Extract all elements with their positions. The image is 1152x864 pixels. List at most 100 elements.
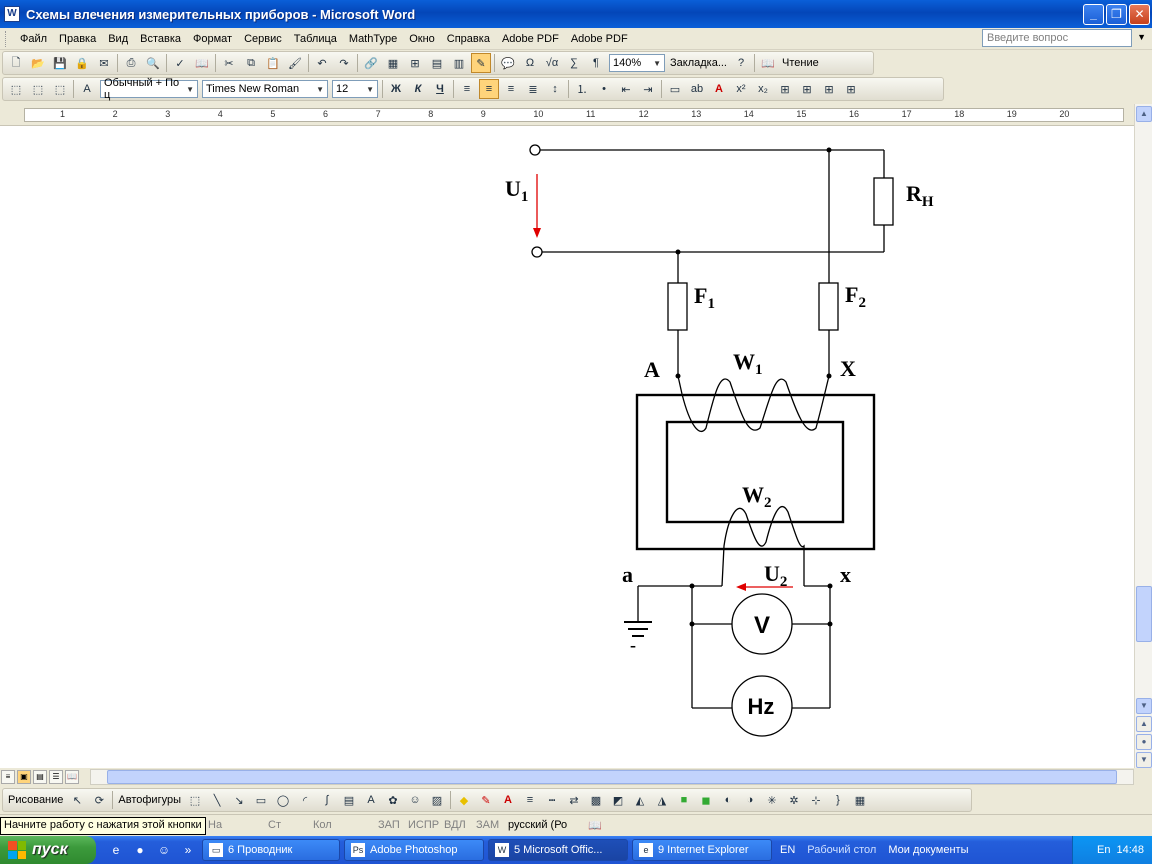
undo-icon[interactable]: ↶: [312, 53, 332, 73]
borders-icon[interactable]: ▭: [665, 79, 685, 99]
equation-icon[interactable]: √α: [542, 53, 562, 73]
pdf-convert-icon[interactable]: ⬚: [6, 79, 26, 99]
styles-icon[interactable]: A: [77, 79, 97, 99]
clipart-icon[interactable]: ☺: [405, 790, 425, 810]
decrease-indent-icon[interactable]: ⇤: [616, 79, 636, 99]
status-language[interactable]: русский (Ро: [508, 819, 567, 831]
arrow-icon[interactable]: ↘: [229, 790, 249, 810]
zoom-select[interactable]: 140% ▼: [609, 54, 665, 72]
menu-mathtype[interactable]: MathType: [343, 33, 403, 45]
start-button[interactable]: пуск: [0, 836, 96, 864]
fill-color-icon[interactable]: ◆: [454, 790, 474, 810]
shape-h-icon[interactable]: ✲: [784, 790, 804, 810]
prev-page-icon[interactable]: ▲: [1136, 716, 1152, 732]
select-objects-icon[interactable]: ↖: [67, 790, 87, 810]
picture-icon[interactable]: ▨: [427, 790, 447, 810]
tables-borders-icon[interactable]: ▦: [383, 53, 403, 73]
menu-edit[interactable]: Правка: [53, 33, 102, 45]
open-folder-icon[interactable]: 📂: [28, 53, 48, 73]
font-size-select[interactable]: 12 ▼: [332, 80, 378, 98]
horizontal-ruler[interactable]: 1 2 3 4 5 6 7 8 9 10 11 12 13 14 15 16 17 18 19 20: [0, 104, 1152, 126]
restore-button[interactable]: ❐: [1106, 3, 1127, 25]
media-quicklaunch-icon[interactable]: ●: [130, 840, 150, 860]
quicklaunch-more-icon[interactable]: »: [178, 840, 198, 860]
help-dropdown-icon[interactable]: ▼: [1137, 32, 1146, 42]
status-ovr[interactable]: ЗАМ: [476, 819, 499, 831]
arrow-style-icon[interactable]: ⇄: [564, 790, 584, 810]
line-color-icon[interactable]: ✎: [476, 790, 496, 810]
textbox-icon[interactable]: ▤: [339, 790, 359, 810]
print-icon[interactable]: ⎙: [121, 53, 141, 73]
dash-style-icon[interactable]: ┅: [542, 790, 562, 810]
highlight-icon[interactable]: ab: [687, 79, 707, 99]
copy-icon[interactable]: ⧉: [241, 53, 261, 73]
bold-button[interactable]: Ж: [386, 79, 406, 99]
horizontal-scrollbar[interactable]: [90, 769, 1134, 785]
rectangle-icon[interactable]: ▭: [251, 790, 271, 810]
shape-d-icon[interactable]: ◼: [696, 790, 716, 810]
menu-file[interactable]: Файл: [14, 33, 53, 45]
my-documents-toolbar[interactable]: Мои документы: [888, 844, 968, 856]
messenger-quicklaunch-icon[interactable]: ☺: [154, 840, 174, 860]
subscript-icon[interactable]: x₂: [753, 79, 773, 99]
pdf-review-icon[interactable]: ⬚: [50, 79, 70, 99]
status-rec[interactable]: ЗАП: [378, 819, 400, 831]
reading-button[interactable]: Чтение: [779, 57, 822, 69]
tray-language[interactable]: En: [1097, 844, 1110, 856]
scroll-up-icon[interactable]: ▲: [1136, 106, 1152, 122]
menu-insert[interactable]: Вставка: [134, 33, 187, 45]
language-indicator[interactable]: EN: [780, 844, 795, 856]
insert-excel-icon[interactable]: ▤: [427, 53, 447, 73]
outline-view-icon[interactable]: ☰: [49, 770, 63, 784]
shape-c-icon[interactable]: ■: [674, 790, 694, 810]
document-page[interactable]: U1 RH F1 F2 A X W1 W2 a x U2 - V Hz: [0, 126, 1134, 768]
shape-f-icon[interactable]: ◑: [740, 790, 760, 810]
save-icon[interactable]: 💾: [50, 53, 70, 73]
menu-format[interactable]: Формат: [187, 33, 238, 45]
menu-table[interactable]: Таблица: [288, 33, 343, 45]
close-button[interactable]: ✕: [1129, 3, 1150, 25]
shape-b-icon[interactable]: ◮: [652, 790, 672, 810]
cut-icon[interactable]: ✂: [219, 53, 239, 73]
symbol-omega-icon[interactable]: Ω: [520, 53, 540, 73]
align-right-icon[interactable]: ≡: [501, 79, 521, 99]
permission-icon[interactable]: 🔒: [72, 53, 92, 73]
research-icon[interactable]: 📖: [192, 53, 212, 73]
ie-quicklaunch-icon[interactable]: e: [106, 840, 126, 860]
draw-menu-button[interactable]: Рисование: [5, 794, 66, 806]
status-ext[interactable]: ВДЛ: [444, 819, 466, 831]
style-select[interactable]: Обычный + По ц ▼: [100, 77, 198, 101]
menu-help[interactable]: Справка: [441, 33, 496, 45]
insert-table-icon[interactable]: ⊞: [405, 53, 425, 73]
arc-icon[interactable]: ◜: [295, 790, 315, 810]
3d-icon[interactable]: ◩: [608, 790, 628, 810]
paste-icon[interactable]: 📋: [263, 53, 283, 73]
canvas-icon[interactable]: ⬚: [185, 790, 205, 810]
italic-button[interactable]: К: [408, 79, 428, 99]
menu-adobe-pdf-2[interactable]: Adobe PDF: [565, 33, 634, 45]
shape-i-icon[interactable]: ⊹: [806, 790, 826, 810]
menu-adobe-pdf[interactable]: Adobe PDF: [496, 33, 565, 45]
next-page-icon[interactable]: ▼: [1136, 752, 1152, 768]
vertical-scrollbar[interactable]: ▲ ▼ ▲ ● ▼: [1134, 104, 1152, 768]
line-style-icon[interactable]: ≡: [520, 790, 540, 810]
help-question-input[interactable]: Введите вопрос: [982, 29, 1132, 47]
columns-icon[interactable]: ▥: [449, 53, 469, 73]
web-view-icon[interactable]: ▣: [17, 770, 31, 784]
menu-window[interactable]: Окно: [403, 33, 441, 45]
spelling-icon[interactable]: ✓: [170, 53, 190, 73]
grid-icon[interactable]: ▦: [850, 790, 870, 810]
reading-view-icon[interactable]: 📖: [65, 770, 79, 784]
oval-icon[interactable]: ◯: [273, 790, 293, 810]
print-layout-icon[interactable]: ▤: [33, 770, 47, 784]
hyperlink-icon[interactable]: 🔗: [361, 53, 381, 73]
print-preview-icon[interactable]: 🔍: [143, 53, 163, 73]
mathtype-icon[interactable]: ∑: [564, 53, 584, 73]
task-photoshop[interactable]: Ps Adobe Photoshop: [344, 839, 484, 861]
task-word[interactable]: W5 Microsoft Offic...: [488, 839, 628, 861]
redo-icon[interactable]: ↷: [334, 53, 354, 73]
format-painter-icon[interactable]: 🖌: [285, 53, 305, 73]
spelling-status-icon[interactable]: 📖: [588, 819, 602, 832]
line-icon[interactable]: ╲: [207, 790, 227, 810]
hscroll-thumb[interactable]: [107, 770, 1117, 784]
